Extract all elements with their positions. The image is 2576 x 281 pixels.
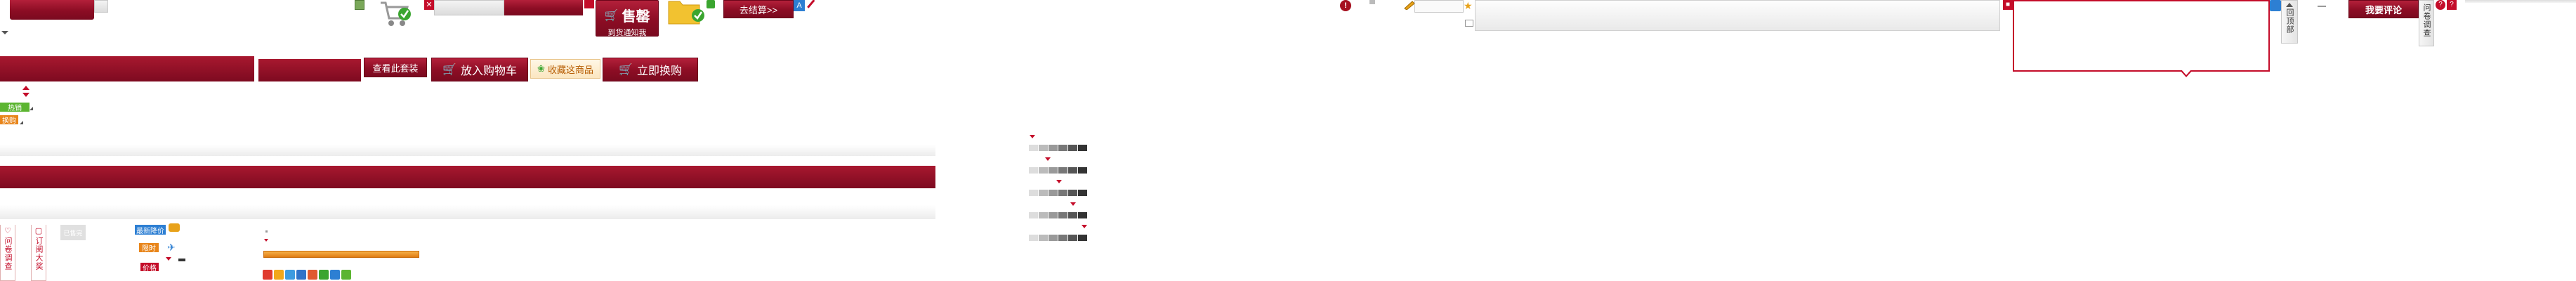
tiny-icon	[1369, 0, 1375, 4]
box-icon: ▢	[34, 227, 43, 235]
tooltip-bubble	[2013, 0, 2270, 72]
corner-icon	[29, 107, 33, 110]
discount-tag: 换购	[0, 115, 18, 125]
qzone-icon[interactable]	[274, 270, 284, 280]
grey-panel	[1475, 0, 2000, 31]
rating-strips	[1025, 135, 1096, 254]
edit-icon	[807, 0, 821, 13]
strip-5	[1029, 235, 1088, 241]
add-to-cart-button[interactable]: 🛒 放入购物车	[431, 58, 528, 81]
mail-icon	[1465, 20, 1473, 27]
plane-icon: ✈	[167, 242, 176, 253]
small-triangle-icon	[264, 239, 268, 242]
blue-share-icon[interactable]	[330, 270, 340, 280]
limited-tag: 限时	[139, 243, 159, 253]
strip-2	[1029, 167, 1088, 174]
tooltip-pointer-inner	[2181, 70, 2191, 75]
weibo-icon[interactable]	[263, 270, 272, 280]
dash-icon	[178, 259, 185, 261]
tqq-icon[interactable]	[285, 270, 295, 280]
favorites-button[interactable]: ❀ 收藏这商品	[530, 59, 600, 79]
cart-check-icon	[379, 0, 412, 31]
light-bar-1	[0, 145, 935, 156]
strip-marker-5	[1082, 225, 1087, 228]
buy-now-button[interactable]: 🛒 立即换购	[603, 58, 698, 81]
coin-icon	[169, 223, 180, 232]
write-review-button[interactable]: 我要评论	[2348, 0, 2419, 18]
strip-marker-2	[1045, 157, 1051, 161]
sold-out-banner[interactable]: 🛒 售罄 到货通知我	[596, 0, 659, 37]
cart-icon: 🛒	[442, 64, 456, 76]
cart-icon: 🛒	[604, 9, 619, 22]
strip-marker-4	[1070, 202, 1076, 206]
top-red-tab[interactable]	[10, 0, 94, 20]
social-icons	[263, 270, 351, 280]
cart-icon: 🛒	[619, 64, 633, 76]
mid-red-bar	[258, 59, 361, 81]
close-icon[interactable]: ✕	[424, 0, 434, 10]
progress-bar	[263, 251, 419, 258]
strip-4	[1029, 212, 1088, 218]
question-icon[interactable]: ?	[2447, 0, 2457, 10]
corner-icon-2	[20, 121, 23, 124]
blue-top-icon	[2270, 0, 2281, 11]
survey-button[interactable]: 问卷调查	[2419, 0, 2434, 46]
dash-mark	[2318, 6, 2326, 7]
blue-a-icon: A	[794, 0, 805, 11]
light-bar-2	[0, 205, 935, 219]
kaixin-icon[interactable]	[308, 270, 317, 280]
up-arrow-icon	[2286, 3, 2293, 7]
small-input-box[interactable]	[1414, 0, 1464, 13]
survey-tab[interactable]: ♡ 问卷调查	[0, 225, 15, 281]
price-drop-badge: 最新降价	[135, 225, 166, 235]
star-icon: ❀	[537, 63, 545, 74]
price-tag: 价格	[140, 263, 159, 273]
douban-icon[interactable]	[319, 270, 329, 280]
subscribe-tab[interactable]: ▢ 订阅大奖	[31, 225, 46, 281]
wide-red-bar	[0, 166, 935, 188]
small-gear-icon	[707, 0, 715, 8]
dropdown-arrow-icon[interactable]	[1, 31, 8, 34]
sold-out-grey-box: 已售完	[60, 225, 86, 240]
folder-check-icon	[667, 0, 707, 25]
red-bar-tab[interactable]	[504, 0, 583, 15]
heart-icon: ♡	[4, 227, 11, 235]
small-red-icon	[584, 0, 594, 8]
warning-icon: !	[1340, 0, 1351, 11]
notify-label: 到货通知我	[607, 29, 647, 37]
arrow-up-icon[interactable]	[22, 86, 29, 90]
grey-bar	[434, 0, 504, 15]
grey-line	[2465, 0, 2576, 3]
green-share-icon[interactable]	[341, 270, 351, 280]
sold-out-title: 售罄	[622, 9, 650, 25]
long-red-bar	[0, 56, 254, 81]
view-package-button[interactable]: 查看此套装	[364, 58, 427, 77]
arrow-down-icon[interactable]	[22, 93, 29, 97]
strip-1	[1029, 145, 1088, 151]
triangle-down-icon	[166, 257, 171, 261]
checkout-button[interactable]: 去结算>>	[723, 0, 794, 18]
strip-marker-3	[1056, 180, 1062, 183]
star-icon: ★	[1464, 0, 1473, 11]
top-grey-tab[interactable]	[94, 0, 108, 13]
strip-3	[1029, 190, 1088, 196]
help-icon[interactable]: ?	[2436, 0, 2445, 10]
calculator-icon	[355, 0, 364, 10]
renren-icon[interactable]	[296, 270, 306, 280]
dot-icon	[265, 230, 268, 233]
strip-marker-1	[1030, 135, 1035, 138]
new-badge: 热销	[0, 103, 29, 112]
close-red-icon[interactable]: ■	[2003, 0, 2013, 10]
back-to-top-button[interactable]: 回顶部	[2281, 0, 2298, 44]
